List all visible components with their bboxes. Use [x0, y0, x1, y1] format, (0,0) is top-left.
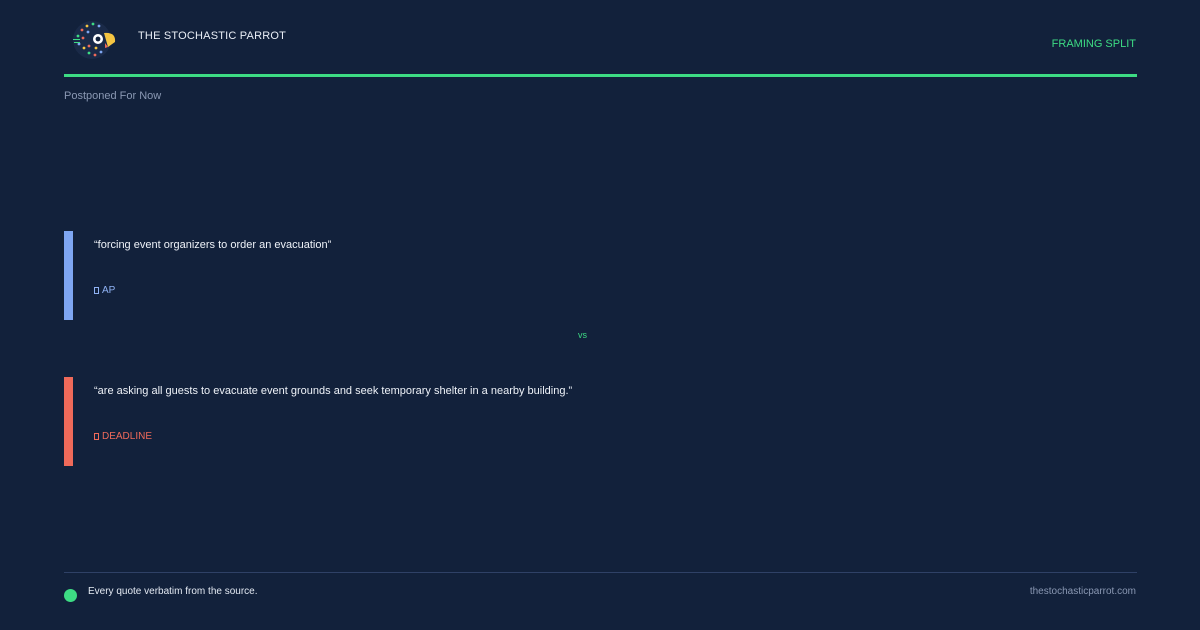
brand-name: THE STOCHASTIC PARROT: [138, 30, 287, 42]
headline: Postponed For Now: [64, 90, 162, 102]
framing-tag: FRAMING SPLIT: [1051, 38, 1136, 50]
quote-text: “are asking all guests to evacuate event…: [94, 385, 573, 397]
footer-note: Every quote verbatim from the source.: [88, 586, 258, 597]
parrot-logo-icon: [73, 21, 116, 59]
header-divider: [64, 74, 1137, 77]
source-line: DEADLINE: [94, 431, 152, 442]
quote-card-deadline: “are asking all guests to evacuate event…: [64, 377, 1137, 466]
document-icon: [94, 287, 99, 294]
quote-text: “forcing event organizers to order an ev…: [94, 239, 332, 251]
status-dot-icon: [64, 589, 77, 602]
quote-accent-bar: [64, 231, 73, 320]
quote-card-ap: “forcing event organizers to order an ev…: [64, 231, 1137, 320]
source-line: AP: [94, 285, 115, 296]
source-name: DEADLINE: [102, 431, 153, 442]
document-icon: [94, 433, 99, 440]
quote-accent-bar: [64, 377, 73, 466]
source-name: AP: [102, 285, 116, 296]
footer-domain: thestochasticparrot.com: [1029, 586, 1136, 597]
footer-divider: [64, 572, 1137, 573]
logo-dot-pattern: [73, 21, 111, 59]
vs-label: vs: [578, 330, 587, 340]
